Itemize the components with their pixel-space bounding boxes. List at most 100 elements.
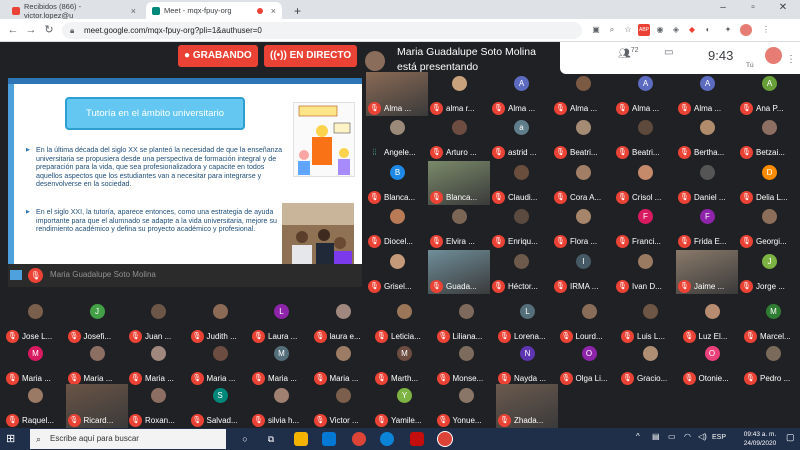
taskbar-search-input[interactable]: ⌕ Escribe aquí para buscar: [30, 429, 226, 449]
participant-tile[interactable]: D 🎙︎ Delia L...: [738, 161, 800, 205]
participant-tile[interactable]: B 🎙︎ Blanca...: [366, 161, 428, 205]
participant-tile[interactable]: 🎙︎ Guada...: [428, 249, 490, 294]
participant-tile[interactable]: 🎙︎ Monse...: [435, 342, 497, 386]
volume-icon[interactable]: ◁): [698, 432, 707, 441]
tab-gmail[interactable]: Recibidos (866) - victor.lopez@u ×: [6, 2, 142, 20]
address-bar[interactable]: 🔒︎ meet.google.com/mqx-fpuy-org?pli=1&au…: [62, 22, 582, 39]
extension-icon[interactable]: ◆: [686, 24, 698, 36]
participant-tile[interactable]: A 🎙︎ Ana P...: [738, 72, 800, 116]
participant-tile[interactable]: 🎙︎ Maria ...: [312, 342, 374, 386]
tab-meet[interactable]: Meet - mqx-fpuy-org ×: [146, 2, 282, 19]
reload-icon[interactable]: ↻: [42, 23, 56, 37]
participant-tile[interactable]: F 🎙︎ Frida E...: [676, 205, 738, 249]
camera-icon[interactable]: ▣: [590, 24, 602, 36]
participant-tile[interactable]: 🎙︎ Grisel...: [366, 250, 428, 294]
participant-tile[interactable]: 🎙︎ Luz El...: [681, 300, 743, 344]
participant-tile[interactable]: ⦙⦙ Angele...: [366, 116, 428, 160]
participant-tile[interactable]: 🎙︎ Elvira ...: [428, 205, 490, 249]
participant-tile[interactable]: 🎙︎ Lourd...: [558, 300, 620, 344]
participant-tile[interactable]: 🎙︎ Victor ...: [312, 384, 374, 428]
participant-tile[interactable]: 🎙︎ Zhada...: [496, 384, 558, 428]
participant-tile[interactable]: S 🎙︎ Salvad...: [189, 384, 251, 428]
participant-tile[interactable]: 🎙︎ laura e...: [312, 300, 374, 344]
bookmark-star-icon[interactable]: ☆: [622, 24, 634, 36]
back-icon[interactable]: ←: [6, 23, 20, 37]
participant-tile[interactable]: 🎙︎ Crisol ...: [614, 161, 676, 205]
participant-tile[interactable]: M 🎙︎ Maria ...: [250, 342, 312, 386]
tray-overflow-icon[interactable]: ^: [636, 432, 640, 441]
participant-tile[interactable]: 🎙︎ Leticia...: [373, 300, 435, 344]
file-explorer-icon[interactable]: [294, 432, 308, 446]
participant-tile[interactable]: 🎙︎ Flora ...: [552, 205, 614, 249]
participant-tile[interactable]: 🎙︎ Claudi...: [490, 161, 552, 205]
participant-tile[interactable]: 🎙︎ Judith ...: [189, 300, 251, 344]
participant-tile[interactable]: 🎙︎ Arturo ...: [428, 116, 490, 160]
task-view-icon[interactable]: ⧉: [264, 432, 278, 446]
participant-tile[interactable]: L 🎙︎ Laura ...: [250, 300, 312, 344]
language-indicator[interactable]: ESP: [712, 434, 726, 441]
participant-tile[interactable]: 🎙︎ Enriqu...: [490, 205, 552, 249]
participant-tile[interactable]: 🎙︎ Bertha...: [676, 116, 738, 160]
participant-tile[interactable]: 🎙︎ Roxan...: [127, 384, 189, 428]
maximize-icon[interactable]: ▫: [742, 2, 764, 13]
participant-tile[interactable]: 🎙︎ Maria ...: [189, 342, 251, 386]
participant-tile[interactable]: M 🎙︎ Maria ...: [4, 342, 66, 386]
chrome-icon[interactable]: [352, 432, 366, 446]
new-tab-button[interactable]: +: [288, 2, 307, 19]
participant-tile[interactable]: 🎙︎ Maria ...: [127, 342, 189, 386]
participant-tile[interactable]: 🎙︎ Jose L...: [4, 300, 66, 344]
participant-tile[interactable]: 🎙︎ Yonue...: [435, 384, 497, 428]
participant-tile[interactable]: M 🎙︎ Marth...: [373, 342, 435, 386]
more-options-icon[interactable]: ⋮: [786, 54, 796, 65]
participant-tile[interactable]: I 🎙︎ IRMA ...: [552, 250, 614, 294]
extension-icon[interactable]: ◈: [670, 24, 682, 36]
search-icon[interactable]: ⌕: [606, 24, 618, 36]
extension-icon[interactable]: ◐: [702, 24, 714, 36]
cortana-icon[interactable]: ○: [238, 432, 252, 446]
participant-tile[interactable]: 🎙︎ Liliana...: [435, 300, 497, 344]
participant-tile[interactable]: 🎙︎ Pedro ...: [742, 342, 800, 386]
participant-tile[interactable]: 🎙︎ Héctor...: [490, 250, 552, 294]
network-icon[interactable]: ▤: [652, 432, 660, 441]
participant-tile[interactable]: M 🎙︎ Marcel...: [742, 300, 800, 344]
participant-tile[interactable]: 🎙︎ Alma ...: [366, 72, 428, 116]
profile-avatar[interactable]: [740, 24, 752, 36]
store-icon[interactable]: [322, 432, 336, 446]
participant-tile[interactable]: 🎙︎ Betzai...: [738, 116, 800, 160]
close-icon[interactable]: ×: [271, 6, 276, 16]
participant-tile[interactable]: 🎙︎ Diocel...: [366, 205, 428, 249]
recording-button[interactable]: ● GRABANDO: [178, 45, 258, 67]
adblock-icon[interactable]: ABP: [638, 24, 650, 36]
participant-tile[interactable]: 🎙︎ Maria ...: [66, 342, 128, 386]
menu-dots-icon[interactable]: ⋮: [760, 24, 772, 36]
participant-tile[interactable]: 🎙︎ Ricard...: [65, 384, 128, 428]
participant-tile[interactable]: A 🎙︎ Alma ...: [614, 72, 676, 116]
chrome-active-icon[interactable]: [438, 432, 452, 446]
notifications-icon[interactable]: ▢: [786, 432, 795, 443]
forward-icon[interactable]: →: [24, 23, 38, 37]
participant-tile[interactable]: 🎙︎ Beatri...: [614, 116, 676, 160]
participant-tile[interactable]: 🎙︎ Ivan D...: [614, 250, 676, 294]
battery-icon[interactable]: ▭: [668, 432, 676, 441]
participant-tile[interactable]: L 🎙︎ Lorena...: [496, 300, 558, 344]
close-window-icon[interactable]: ✕: [772, 2, 794, 13]
participant-tile[interactable]: A 🎙︎ Alma ...: [490, 72, 552, 116]
edge-icon[interactable]: [380, 432, 394, 446]
participant-tile[interactable]: 🎙︎ Daniel ...: [676, 161, 738, 205]
participant-tile[interactable]: 🎙︎ Alma ...: [552, 72, 614, 116]
people-icon[interactable]: 👥︎72: [618, 47, 639, 59]
extension-icon[interactable]: ◉: [654, 24, 666, 36]
participant-tile[interactable]: O 🎙︎ Olga Li...: [558, 342, 620, 386]
chat-icon[interactable]: ▭: [664, 47, 673, 58]
participant-tile[interactable]: 🎙︎ alma r...: [428, 72, 490, 116]
participant-tile[interactable]: 🎙︎ Juan ...: [127, 300, 189, 344]
participant-tile[interactable]: J 🎙︎ Jorge ...: [738, 250, 800, 294]
participant-tile[interactable]: 🎙︎ Cora A...: [552, 161, 614, 205]
participant-tile[interactable]: N 🎙︎ Nayda ...: [496, 342, 558, 386]
participant-tile[interactable]: 🎙︎ silvia h...: [250, 384, 312, 428]
participant-tile[interactable]: a 🎙︎ astrid ...: [490, 116, 552, 160]
live-stream-button[interactable]: ((•)) EN DIRECTO: [264, 45, 358, 67]
participant-tile[interactable]: 🎙︎ Georgi...: [738, 205, 800, 249]
participant-tile[interactable]: 🎙︎ Blanca...: [428, 160, 490, 205]
minimize-icon[interactable]: –: [712, 2, 734, 13]
